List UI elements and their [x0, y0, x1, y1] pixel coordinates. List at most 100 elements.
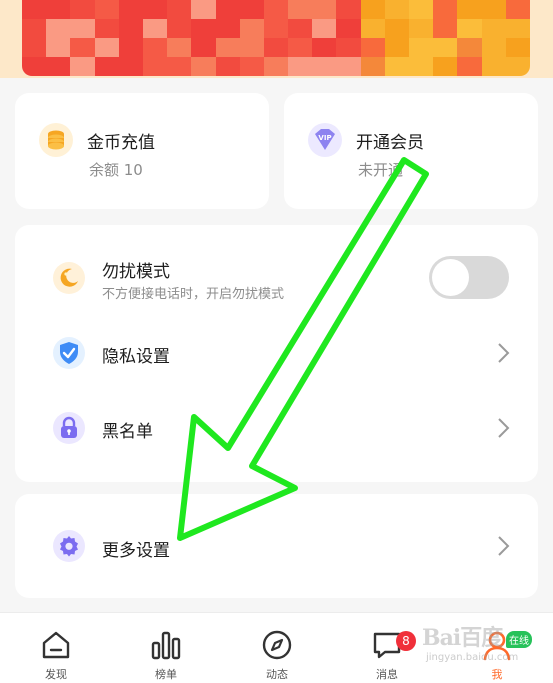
- banner-pixel: [167, 38, 192, 57]
- banner-pixel: [142, 57, 168, 76]
- banner-pixel: [167, 19, 192, 38]
- banner-pixel: [239, 0, 264, 19]
- banner-pixel: [481, 0, 506, 19]
- banner-pixel: [457, 0, 482, 19]
- messages-unread-badge: 8: [396, 631, 416, 651]
- banner-pixel: [191, 38, 216, 57]
- banner-pixel: [94, 0, 119, 19]
- nav-rank[interactable]: 榜单: [126, 613, 206, 683]
- banner-pixel: [118, 0, 143, 19]
- more-settings-label: 更多设置: [102, 541, 170, 561]
- blacklist-row[interactable]: 黑名单: [15, 398, 538, 458]
- banner-pixel: [22, 19, 47, 38]
- banner-pixel: [167, 0, 192, 19]
- banner-pixel: [409, 57, 434, 76]
- banner-pixel: [263, 57, 289, 76]
- banner-pixel: [94, 57, 119, 76]
- banner-pixel: [46, 57, 71, 76]
- banner-pixel: [70, 19, 95, 38]
- online-status-badge: 在线: [506, 631, 532, 648]
- chevron-right-icon: [498, 418, 510, 438]
- banner-pixel: [22, 57, 47, 76]
- banner-pixel: [46, 0, 71, 19]
- more-settings-card: 更多设置: [15, 494, 538, 598]
- nav-feed[interactable]: 动态: [237, 613, 317, 683]
- banner-pixel: [288, 19, 313, 38]
- nav-me-label: 我: [491, 668, 503, 681]
- banner-pixel: [312, 19, 337, 38]
- dnd-mode-toggle[interactable]: [429, 256, 509, 299]
- banner-pixel: [191, 19, 216, 38]
- vip-diamond-icon: VIP: [308, 123, 342, 157]
- banner-pixel: [239, 38, 264, 57]
- recharge-title: 金币充值: [87, 133, 155, 153]
- banner-pixel: [312, 38, 337, 57]
- banner-pixel: [288, 57, 313, 76]
- banner-pixel: [384, 19, 410, 38]
- recharge-coins-card[interactable]: 金币充值 余额 10: [15, 93, 269, 209]
- banner-pixel: [118, 38, 143, 57]
- vip-status-text: 未开通: [358, 161, 404, 179]
- dnd-mode-row: 勿扰模式 不方便接电话时，开启勿扰模式: [15, 247, 538, 307]
- banner-pixel: [481, 57, 506, 76]
- vip-membership-card[interactable]: VIP 开通会员 未开通: [284, 93, 538, 209]
- nav-messages[interactable]: 消息: [347, 613, 427, 683]
- banner-pixel: [433, 38, 458, 57]
- banner-pixel: [433, 19, 458, 38]
- banner-pixel: [288, 38, 313, 57]
- more-settings-row[interactable]: 更多设置: [15, 516, 538, 576]
- banner-pixel: [70, 38, 95, 57]
- privacy-settings-label: 隐私设置: [102, 347, 170, 367]
- chevron-right-icon: [498, 343, 510, 363]
- banner-pixel: [336, 57, 361, 76]
- banner-pixel: [409, 19, 434, 38]
- banner-pixel: [167, 57, 192, 76]
- banner-pixel: [288, 0, 313, 19]
- privacy-settings-row[interactable]: 隐私设置: [15, 323, 538, 383]
- nav-discover[interactable]: 发现: [16, 613, 96, 683]
- vip-title: 开通会员: [356, 133, 424, 153]
- banner-pixel: [239, 19, 264, 38]
- banner-pixel: [70, 0, 95, 19]
- gear-icon: [53, 530, 85, 562]
- banner-pixel: [263, 0, 289, 19]
- banner-pixel: [239, 57, 264, 76]
- banner-pixel: [457, 38, 482, 57]
- settings-list: 勿扰模式 不方便接电话时，开启勿扰模式 隐私设置 黑名单: [15, 225, 538, 482]
- gold-coins-icon: [39, 123, 73, 157]
- banner-pixel: [384, 38, 410, 57]
- balance-text: 余额 10: [89, 161, 143, 179]
- banner-pixel: [142, 19, 168, 38]
- banner-pixel: [336, 0, 361, 19]
- banner-pixel: [360, 0, 385, 19]
- shield-check-icon: [53, 337, 85, 369]
- nav-messages-label: 消息: [376, 668, 398, 681]
- banner-pixel: [94, 38, 119, 57]
- banner-pixel: [191, 0, 216, 19]
- banner-pixel: [22, 0, 47, 19]
- banner-pixel: [215, 57, 240, 76]
- watermark-url: jingyan.baidu.com: [426, 652, 519, 663]
- banner-pixel: [433, 57, 458, 76]
- nav-rank-label: 榜单: [155, 668, 177, 681]
- banner-pixel: [409, 38, 434, 57]
- banner-pixel: [94, 19, 119, 38]
- bar-chart-icon: [151, 631, 181, 660]
- banner-pixel: [505, 57, 530, 76]
- banner-pixel: [312, 57, 337, 76]
- banner-pixel: [505, 38, 530, 57]
- moon-icon: [53, 262, 85, 294]
- svg-text:VIP: VIP: [318, 134, 331, 142]
- toggle-knob: [432, 259, 469, 296]
- compass-icon: [262, 630, 292, 660]
- lock-icon: [53, 412, 85, 444]
- banner-pixel: [336, 19, 361, 38]
- banner-pixel: [46, 19, 71, 38]
- banner-pixel: [360, 19, 385, 38]
- banner-pixel: [70, 57, 95, 76]
- banner-pixel: [384, 0, 410, 19]
- profile-banner[interactable]: [22, 0, 530, 76]
- dnd-mode-description: 不方便接电话时，开启勿扰模式: [102, 287, 285, 302]
- banner-pixel: [457, 57, 482, 76]
- banner-pixel: [142, 0, 168, 19]
